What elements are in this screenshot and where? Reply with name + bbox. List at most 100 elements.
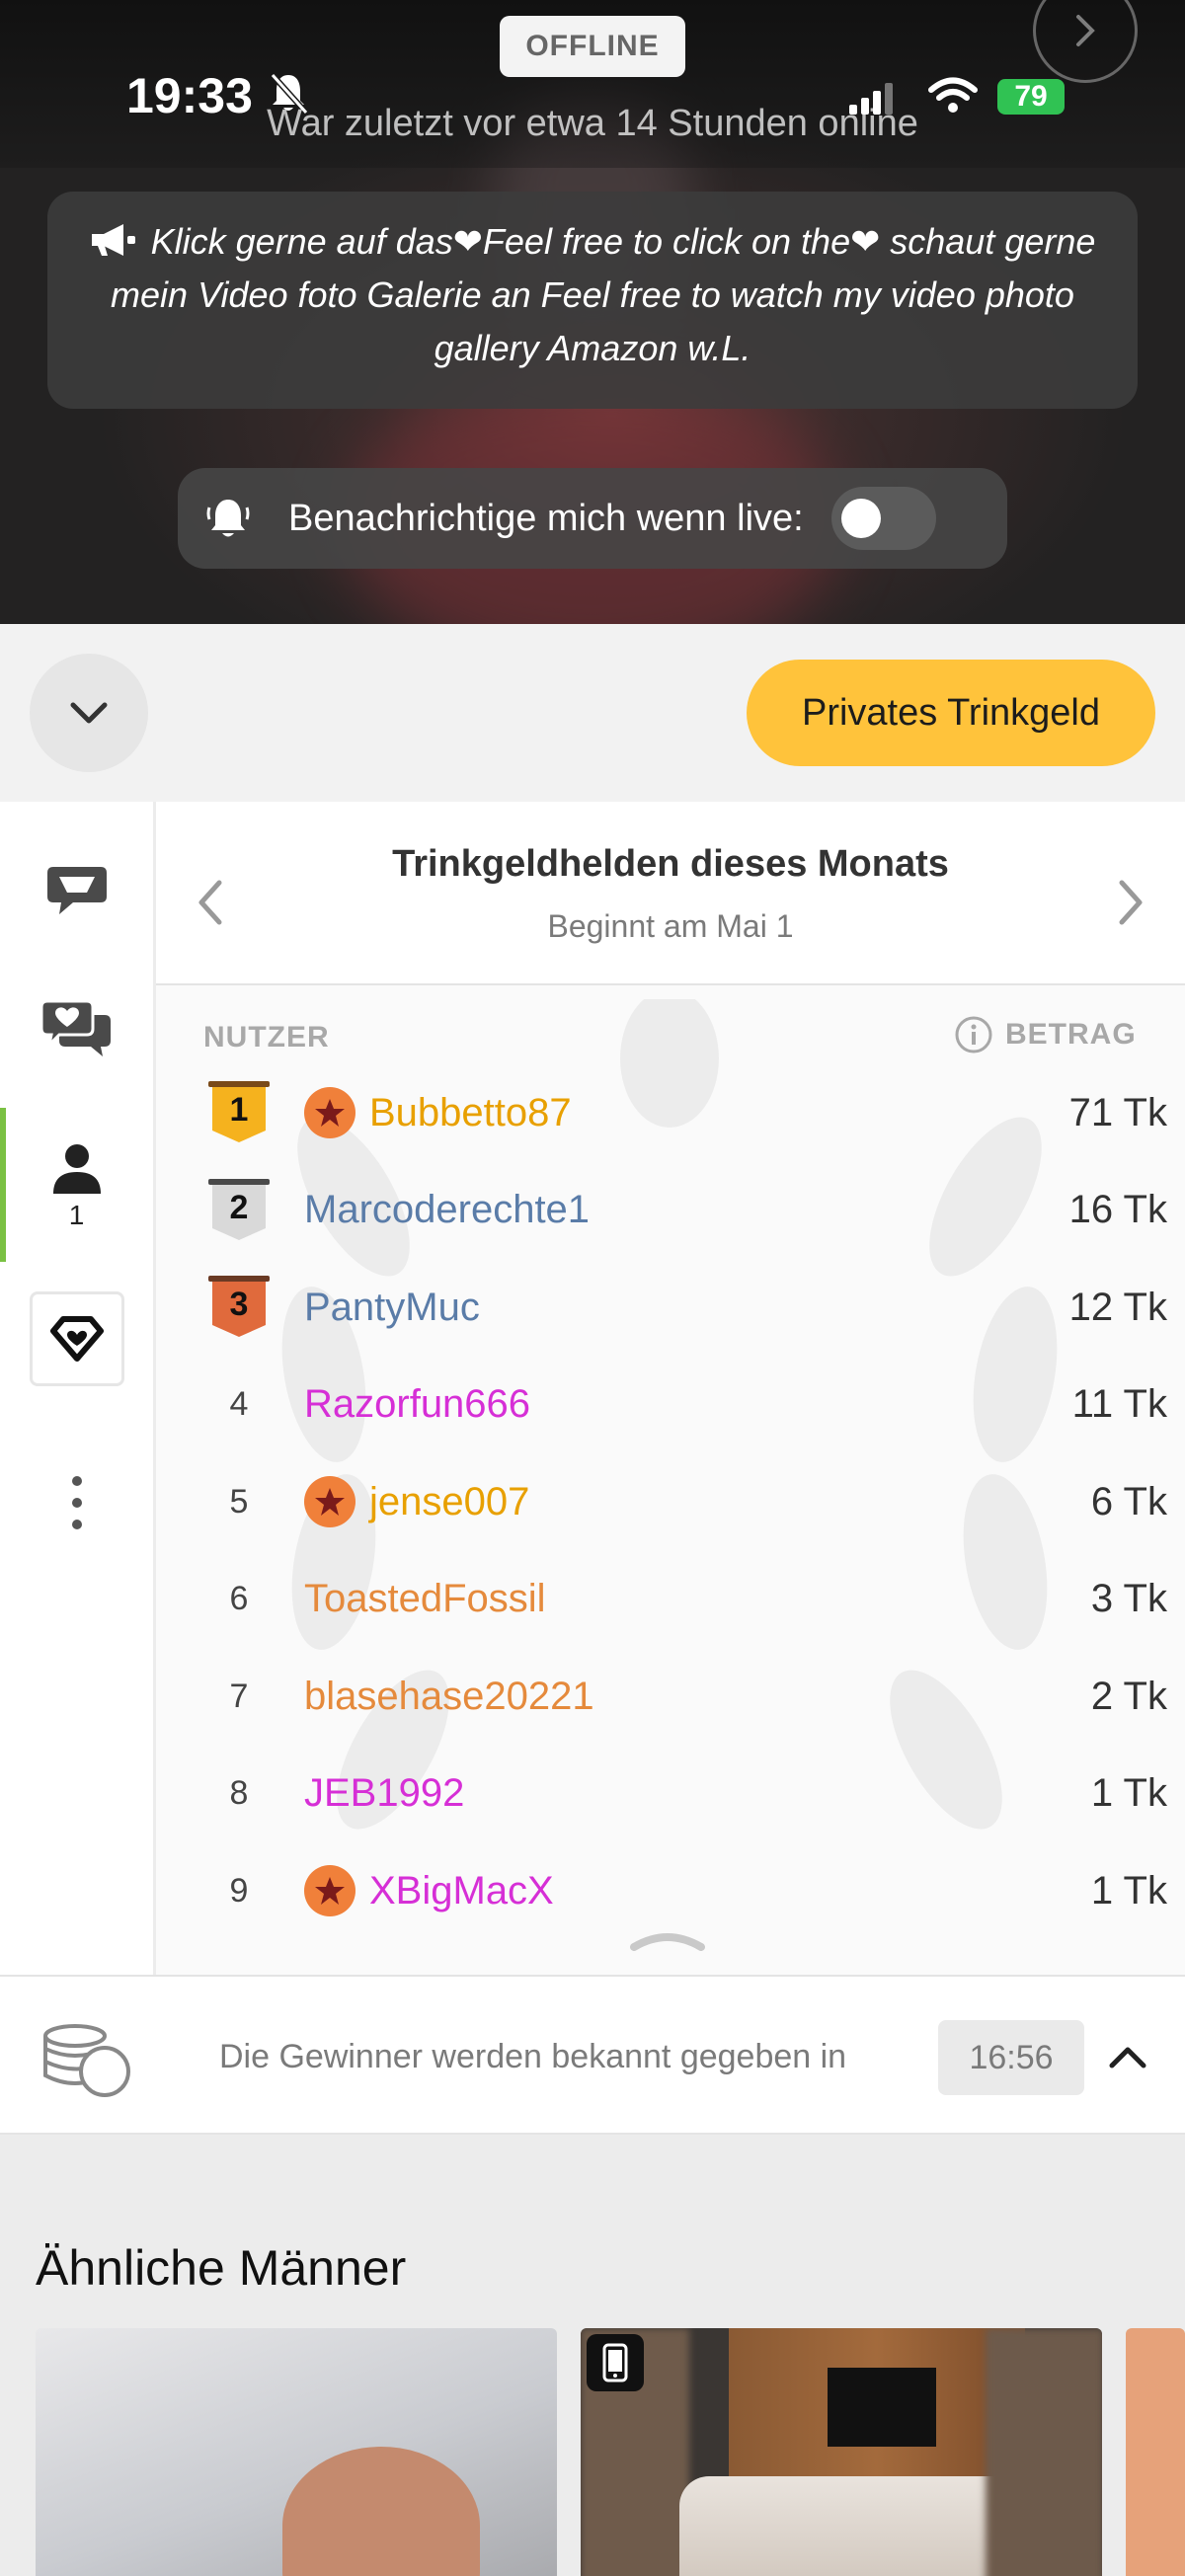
bronze-medal-icon: 3	[208, 1276, 270, 1339]
scroll-up-hint-icon[interactable]	[630, 1927, 705, 1951]
leaderboard-header: Trinkgeldhelden dieses Monats Beginnt am…	[156, 802, 1185, 985]
username-link[interactable]: Bubbetto87	[369, 1091, 572, 1135]
user-icon	[52, 1144, 101, 1194]
silver-medal-icon: 2	[208, 1178, 270, 1242]
tab-private-chat[interactable]	[0, 970, 153, 1088]
rank-cell: 1	[174, 1081, 304, 1144]
leaderboard-row[interactable]: 1 Bubbetto87 71 Tk	[156, 1064, 1185, 1161]
tip-amount: 2 Tk	[1090, 1674, 1167, 1718]
rank-number: 3	[229, 1286, 249, 1323]
thumbnail-image	[828, 2368, 936, 2447]
column-header-amount-label: BETRAG	[1005, 1018, 1137, 1051]
thumbnail-image	[986, 2328, 1102, 2576]
tip-amount: 12 Tk	[1068, 1285, 1167, 1329]
username-link[interactable]: Marcoderechte1	[304, 1188, 590, 1232]
tab-users[interactable]: 1	[0, 1118, 153, 1256]
username-link[interactable]: PantyMuc	[304, 1286, 480, 1330]
room-message-text: Klick gerne auf das❤Feel free to click o…	[111, 221, 1096, 368]
collapse-button[interactable]	[30, 654, 148, 772]
bell-ringing-icon	[206, 500, 250, 537]
gold-medal-icon: 1	[208, 1081, 270, 1144]
panel-sidebar: 1	[0, 802, 156, 1975]
leaderboard-row[interactable]: 2 Marcoderechte1 16 Tk	[156, 1162, 1185, 1259]
rank-number: 1	[229, 1091, 249, 1129]
leaderboard-row[interactable]: 6 ToastedFossil 3 Tk	[156, 1551, 1185, 1648]
username-link[interactable]: XBigMacX	[369, 1869, 554, 1913]
rank-cell: 8	[174, 1774, 304, 1813]
winner-announcement-bar[interactable]: Die Gewinner werden bekannt gegeben in 1…	[0, 1975, 1185, 2135]
rank-cell: 2	[174, 1178, 304, 1242]
leaderboard-row[interactable]: 7 blasehase20221 2 Tk	[156, 1648, 1185, 1745]
tip-amount: 71 Tk	[1068, 1090, 1167, 1134]
tip-amount: 6 Tk	[1090, 1479, 1167, 1523]
star-badge-icon	[304, 1476, 356, 1527]
column-header-user: NUTZER	[203, 1021, 330, 1054]
similar-room-thumbnail[interactable]	[1126, 2328, 1185, 2576]
offline-badge: OFFLINE	[500, 16, 685, 77]
rank-number: 5	[229, 1482, 249, 1521]
rank-number: 9	[229, 1871, 249, 1910]
megaphone-icon	[91, 224, 135, 256]
diamond-heart-icon	[50, 1316, 104, 1362]
tab-chat[interactable]	[0, 831, 153, 950]
rank-number: 6	[229, 1580, 249, 1617]
thumbnail-image	[282, 2447, 480, 2576]
more-options-button[interactable]	[0, 1444, 153, 1562]
info-icon	[955, 1016, 992, 1054]
notify-when-live[interactable]: Benachrichtige mich wenn live:	[178, 468, 1007, 569]
last-online-text: War zuletzt vor etwa 14 Stunden online	[267, 103, 918, 144]
chevron-right-icon[interactable]	[1112, 873, 1151, 932]
side-panel: 1 Trinkgeldhelden dieses Monats Beginnt …	[0, 802, 1185, 1975]
toggle-knob	[840, 499, 881, 538]
username-link[interactable]: blasehase20221	[304, 1675, 594, 1719]
more-vertical-icon	[71, 1476, 82, 1529]
star-badge-icon	[304, 1865, 356, 1916]
users-count: 1	[68, 1200, 85, 1230]
tip-amount: 11 Tk	[1071, 1382, 1167, 1426]
tip-leaderboard: Trinkgeldhelden dieses Monats Beginnt am…	[156, 802, 1185, 1975]
coins-icon	[43, 2024, 130, 2097]
leaderboard-subtitle: Beginnt am Mai 1	[547, 908, 794, 944]
tip-amount: 3 Tk	[1090, 1577, 1167, 1620]
chevron-right-icon	[1076, 15, 1095, 46]
similar-room-thumbnail[interactable]	[36, 2328, 557, 2576]
video-area[interactable]: OFFLINE 19:33 79 War zuletzt vor etwa 14…	[0, 0, 1185, 624]
rank-cell: 7	[174, 1678, 304, 1716]
notify-toggle[interactable]	[830, 487, 936, 550]
chat-bubble-icon	[46, 867, 107, 914]
leaderboard-title: Trinkgeldhelden dieses Monats	[392, 843, 949, 885]
room-message: Klick gerne auf das❤Feel free to click o…	[47, 192, 1138, 409]
star-badge-icon	[304, 1087, 356, 1138]
chevron-up-icon[interactable]	[1108, 2042, 1147, 2071]
rank-number: 7	[229, 1677, 249, 1715]
leaderboard-row[interactable]: 3 PantyMuc 12 Tk	[156, 1259, 1185, 1356]
rank-number: 4	[229, 1385, 249, 1423]
username-link[interactable]: ToastedFossil	[304, 1577, 546, 1621]
chat-bubbles-icon	[40, 999, 111, 1056]
rank-number: 2	[229, 1188, 249, 1226]
username-link[interactable]: Razorfun666	[304, 1382, 530, 1427]
similar-section-title: Ähnliche Männer	[36, 2240, 407, 2296]
leaderboard-row[interactable]: 8 JEB1992 1 Tk	[156, 1746, 1185, 1842]
leaderboard-row[interactable]: 9 XBigMacX 1 Tk	[156, 1842, 1185, 1939]
rank-cell: 6	[174, 1580, 304, 1618]
tab-fanclub[interactable]	[30, 1291, 124, 1386]
rank-cell: 3	[174, 1276, 304, 1339]
private-tip-button[interactable]: Privates Trinkgeld	[747, 660, 1155, 766]
tip-amount: 1 Tk	[1090, 1868, 1167, 1912]
leaderboard-row[interactable]: 4 Razorfun666 11 Tk	[156, 1357, 1185, 1453]
similar-room-thumbnail[interactable]	[581, 2328, 1102, 2576]
winner-text: Die Gewinner werden bekannt gegeben in	[219, 2038, 847, 2075]
leaderboard-row[interactable]: 5 jense007 6 Tk	[156, 1453, 1185, 1550]
notify-label: Benachrichtige mich wenn live:	[288, 497, 804, 539]
smartphone-icon	[602, 2343, 628, 2382]
countdown-timer: 16:56	[938, 2020, 1084, 2095]
username-link[interactable]: JEB1992	[304, 1771, 464, 1816]
rank-cell: 4	[174, 1385, 304, 1424]
mobile-badge	[587, 2334, 644, 2391]
rank-number: 8	[229, 1774, 249, 1812]
column-header-amount[interactable]: BETRAG	[954, 1015, 1137, 1054]
rank-cell: 5	[174, 1483, 304, 1522]
tip-amount: 16 Tk	[1068, 1188, 1167, 1231]
username-link[interactable]: jense007	[369, 1480, 529, 1524]
